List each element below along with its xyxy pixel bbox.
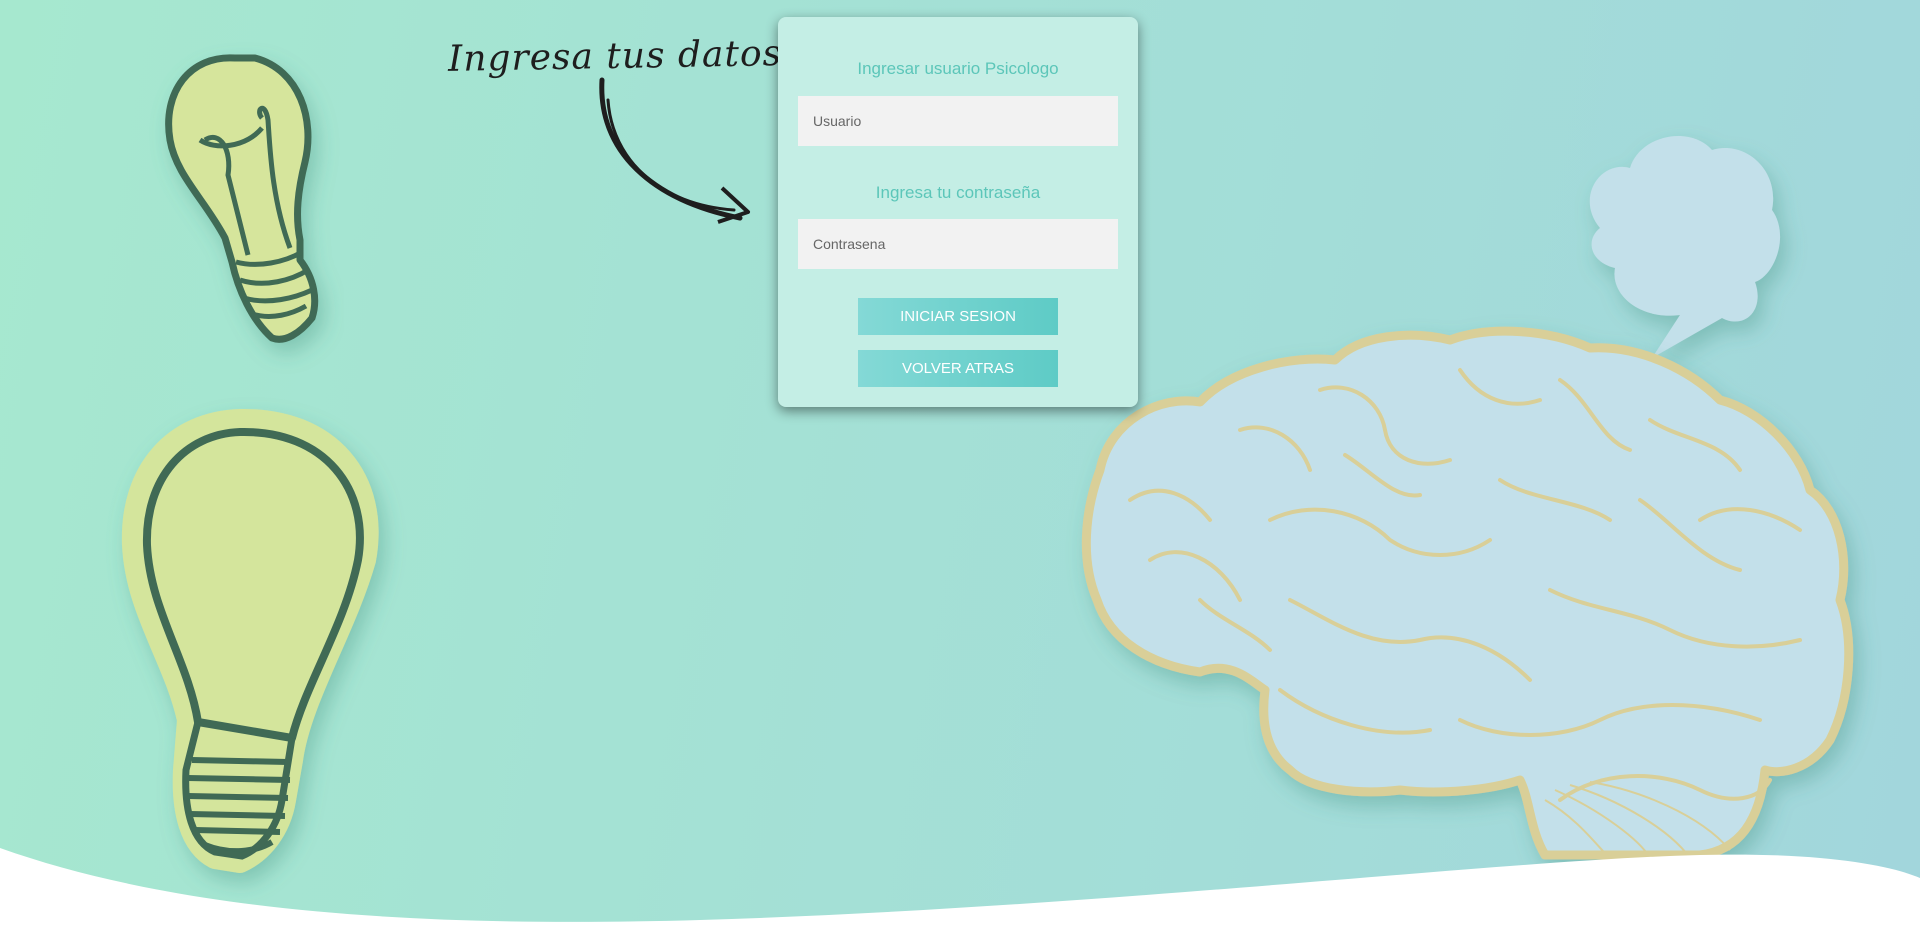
- login-button[interactable]: INICIAR SESION: [858, 298, 1058, 335]
- bottom-wave: [0, 848, 1920, 934]
- username-input[interactable]: [798, 96, 1118, 146]
- lightbulb-small-icon: [165, 54, 319, 343]
- lightbulb-large-icon: [121, 408, 379, 873]
- handwritten-note: Ingresa tus datos: [447, 33, 783, 80]
- password-label: Ingresa tu contraseña: [875, 183, 1041, 202]
- curved-arrow-icon: [599, 77, 750, 224]
- brain-icon: [1081, 326, 1854, 860]
- password-input[interactable]: [798, 219, 1118, 269]
- login-card: Ingresar usuario Psicologo Ingresa tu co…: [778, 17, 1138, 407]
- back-button[interactable]: VOLVER ATRAS: [858, 350, 1058, 387]
- speech-cloud-icon: [1589, 136, 1781, 358]
- login-page: Ingresa tus datos Ingresar usuario Psico…: [0, 0, 1920, 934]
- user-label: Ingresar usuario Psicologo: [857, 59, 1059, 78]
